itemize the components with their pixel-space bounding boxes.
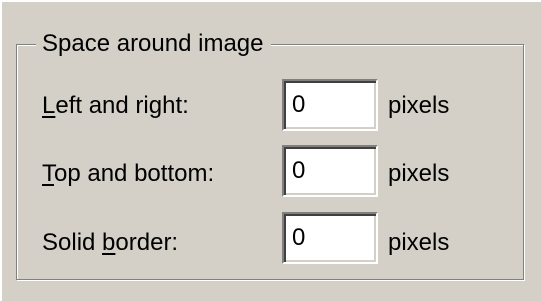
top-bottom-input[interactable]: [282, 145, 378, 197]
top-bottom-label-rest: op and bottom:: [54, 160, 215, 187]
solid-border-label-pre: Solid: [42, 229, 103, 256]
left-right-label: Left and right:: [42, 91, 189, 121]
solid-border-label: Solid border:: [42, 228, 178, 258]
solid-border-label-rest: order:: [115, 229, 179, 256]
left-right-input[interactable]: [282, 79, 378, 131]
left-right-label-mnemonic: L: [42, 92, 56, 119]
left-right-label-rest: eft and right:: [55, 92, 189, 119]
top-bottom-unit: pixels: [388, 160, 450, 187]
group-title: Space around image: [36, 28, 272, 60]
solid-border-label-mnemonic: b: [102, 229, 116, 256]
solid-border-input[interactable]: [282, 212, 378, 264]
solid-border-unit: pixels: [388, 229, 450, 256]
top-bottom-label: Top and bottom:: [42, 159, 214, 189]
top-bottom-label-mnemonic: T: [42, 160, 54, 187]
left-right-unit: pixels: [388, 92, 450, 119]
